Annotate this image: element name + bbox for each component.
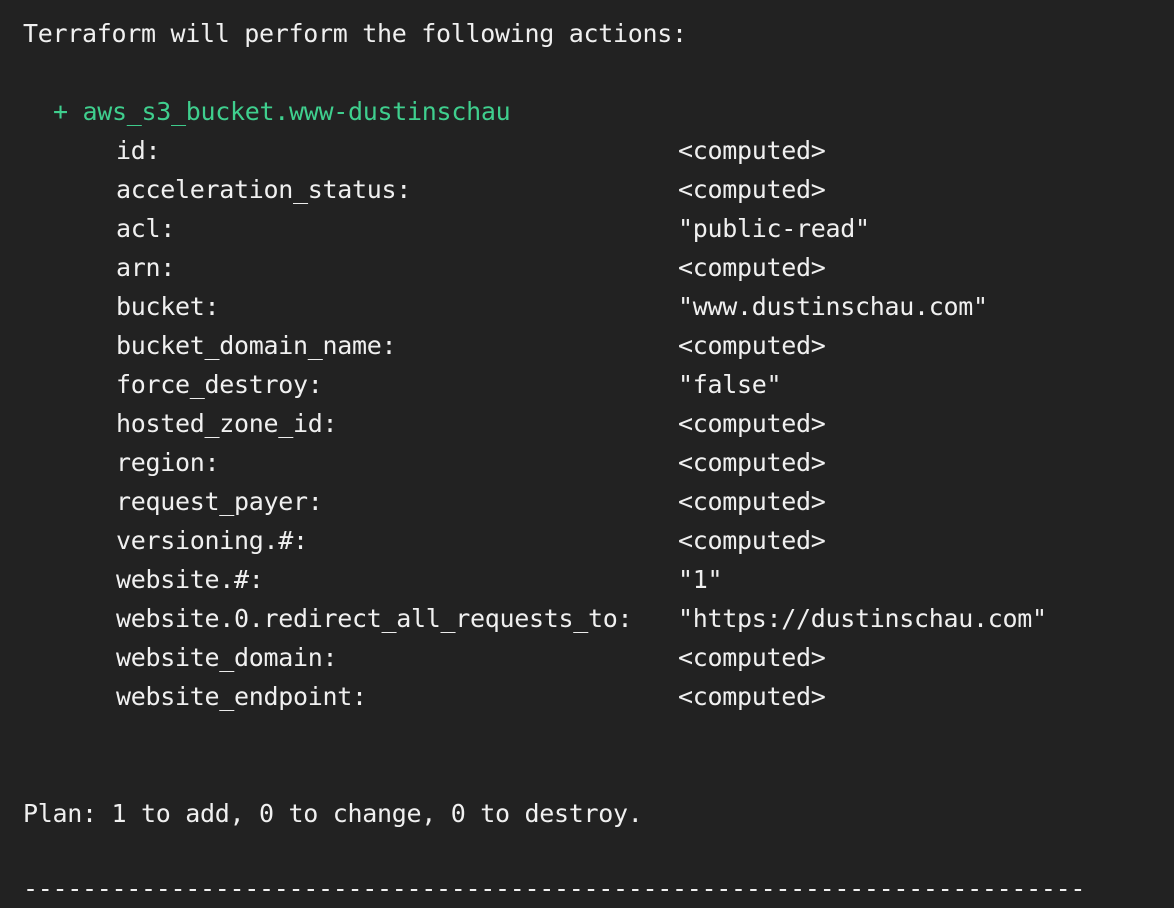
attribute-key: id: bbox=[116, 136, 161, 165]
attribute-row: arn: <computed> bbox=[116, 248, 1156, 287]
attribute-row: force_destroy: "false" bbox=[116, 365, 1156, 404]
attribute-row: versioning.#: <computed> bbox=[116, 521, 1156, 560]
attribute-row: region: <computed> bbox=[116, 443, 1156, 482]
attribute-value: <computed> bbox=[678, 643, 826, 672]
attribute-value: <computed> bbox=[678, 409, 826, 438]
attribute-row: website.0.redirect_all_requests_to: "htt… bbox=[116, 599, 1156, 638]
attribute-value: <computed> bbox=[678, 448, 826, 477]
attribute-key: hosted_zone_id: bbox=[116, 409, 338, 438]
attribute-key: region: bbox=[116, 448, 220, 477]
attribute-value: <computed> bbox=[678, 331, 826, 360]
attribute-row: bucket_domain_name: <computed> bbox=[116, 326, 1156, 365]
attribute-value: "www.dustinschau.com" bbox=[678, 292, 988, 321]
add-symbol: + bbox=[53, 97, 68, 126]
attribute-key: website.0.redirect_all_requests_to: bbox=[116, 604, 633, 633]
attribute-row: acl: "public-read" bbox=[116, 209, 1156, 248]
attribute-row: hosted_zone_id: <computed> bbox=[116, 404, 1156, 443]
attribute-value: <computed> bbox=[678, 487, 826, 516]
attribute-value: <computed> bbox=[678, 253, 826, 282]
attribute-value: <computed> bbox=[678, 136, 826, 165]
attribute-key: acl: bbox=[116, 214, 176, 243]
separator-line: ----------------------------------------… bbox=[23, 874, 1086, 903]
attribute-key: acceleration_status: bbox=[116, 175, 412, 204]
attribute-row: bucket: "www.dustinschau.com" bbox=[116, 287, 1156, 326]
attribute-key: bucket_domain_name: bbox=[116, 331, 397, 360]
resource-line: + aws_s3_bucket.www-dustinschau bbox=[53, 92, 511, 131]
resource-name: aws_s3_bucket.www-dustinschau bbox=[82, 97, 511, 126]
attribute-key: bucket: bbox=[116, 292, 220, 321]
plan-header: Terraform will perform the following act… bbox=[23, 19, 687, 48]
attribute-value: "false" bbox=[678, 370, 782, 399]
attribute-key: website.#: bbox=[116, 565, 264, 594]
attribute-value: "https://dustinschau.com" bbox=[678, 604, 1047, 633]
attribute-value: <computed> bbox=[678, 175, 826, 204]
attribute-value: "public-read" bbox=[678, 214, 870, 243]
attribute-key: request_payer: bbox=[116, 487, 323, 516]
attribute-row: website_endpoint: <computed> bbox=[116, 677, 1156, 716]
attribute-row: acceleration_status: <computed> bbox=[116, 170, 1156, 209]
attribute-value: "1" bbox=[678, 565, 723, 594]
terminal-window: Terraform will perform the following act… bbox=[0, 0, 1174, 908]
attribute-key: force_destroy: bbox=[116, 370, 323, 399]
attribute-row: website.#: "1" bbox=[116, 560, 1156, 599]
attribute-row: id: <computed> bbox=[116, 131, 1156, 170]
attribute-key: arn: bbox=[116, 253, 176, 282]
attribute-key: versioning.#: bbox=[116, 526, 308, 555]
attribute-key: website_endpoint: bbox=[116, 682, 367, 711]
attribute-value: <computed> bbox=[678, 526, 826, 555]
attribute-value: <computed> bbox=[678, 682, 826, 711]
attribute-row: website_domain: <computed> bbox=[116, 638, 1156, 677]
attribute-row: request_payer: <computed> bbox=[116, 482, 1156, 521]
plan-summary: Plan: 1 to add, 0 to change, 0 to destro… bbox=[23, 799, 643, 828]
attribute-key: website_domain: bbox=[116, 643, 338, 672]
